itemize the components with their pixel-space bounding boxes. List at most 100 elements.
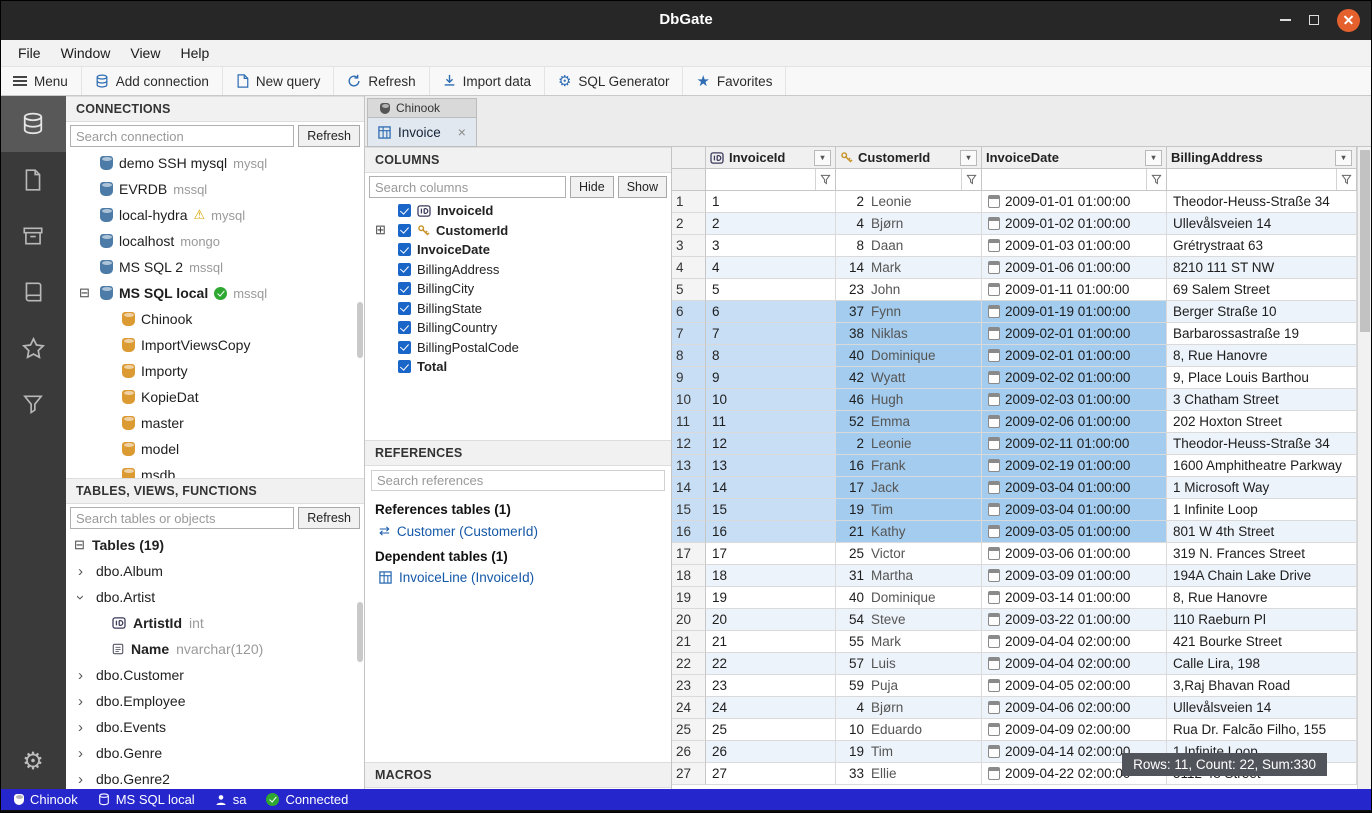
rail-favorites-button[interactable] <box>0 320 66 376</box>
rail-settings-button[interactable]: ⚙ <box>0 733 66 789</box>
column-header-billingaddress[interactable]: BillingAddress▾ <box>1167 147 1357 169</box>
tables-refresh-button[interactable]: Refresh <box>298 507 360 529</box>
database-item[interactable]: Chinook <box>66 306 364 332</box>
row-number-cell[interactable]: 3 <box>672 235 706 257</box>
cell-invoicedate[interactable]: 2009-01-19 01:00:00 <box>982 301 1167 323</box>
row-number-cell[interactable]: 18 <box>672 565 706 587</box>
cell-customerid[interactable]: 8Daan <box>836 235 982 257</box>
filter-input-invoicedate[interactable] <box>982 169 1146 190</box>
menu-file[interactable]: File <box>8 42 51 64</box>
row-number-cell[interactable]: 22 <box>672 653 706 675</box>
connection-search-input[interactable] <box>70 125 294 147</box>
row-number-cell[interactable]: 10 <box>672 389 706 411</box>
cell-invoicedate[interactable]: 2009-03-06 01:00:00 <box>982 543 1167 565</box>
column-header-invoicedate[interactable]: InvoiceDate▾ <box>982 147 1167 169</box>
cell-invoiceid[interactable]: 18 <box>706 565 836 587</box>
filter-funnel-icon[interactable] <box>1146 169 1166 190</box>
connection-item[interactable]: MS SQL 2mssql <box>66 254 364 280</box>
column-dropdown-icon[interactable]: ▾ <box>1335 150 1352 166</box>
cell-billingaddress[interactable]: 421 Bourke Street <box>1167 631 1357 653</box>
cell-customerid[interactable]: 4Bjørn <box>836 697 982 719</box>
column-toggle-row[interactable]: BillingCountry <box>365 318 671 338</box>
chevron-right-icon[interactable]: › <box>78 563 83 580</box>
cell-invoiceid[interactable]: 14 <box>706 477 836 499</box>
filter-input-customerid[interactable] <box>836 169 961 190</box>
cell-invoiceid[interactable]: 20 <box>706 609 836 631</box>
cell-customerid[interactable]: 21Kathy <box>836 521 982 543</box>
cell-invoiceid[interactable]: 12 <box>706 433 836 455</box>
connections-refresh-button[interactable]: Refresh <box>298 125 360 147</box>
cell-invoicedate[interactable]: 2009-04-06 02:00:00 <box>982 697 1167 719</box>
cell-billingaddress[interactable]: 801 W 4th Street <box>1167 521 1357 543</box>
cell-invoiceid[interactable]: 26 <box>706 741 836 763</box>
cell-invoiceid[interactable]: 8 <box>706 345 836 367</box>
row-number-cell[interactable]: 27 <box>672 763 706 785</box>
filter-input-invoiceid[interactable] <box>706 169 815 190</box>
menu-help[interactable]: Help <box>170 42 219 64</box>
cell-billingaddress[interactable]: Theodor-Heuss-Straße 34 <box>1167 433 1357 455</box>
collapse-icon[interactable]: ⊟ <box>79 285 90 301</box>
row-number-cell[interactable]: 2 <box>672 213 706 235</box>
row-number-cell[interactable]: 11 <box>672 411 706 433</box>
connection-item[interactable]: ⊟MS SQL localmssql <box>66 280 364 306</box>
column-item[interactable]: Namenvarchar(120) <box>66 636 364 662</box>
cell-customerid[interactable]: 14Mark <box>836 257 982 279</box>
checkbox-checked[interactable] <box>398 243 411 256</box>
cell-billingaddress[interactable]: 202 Hoxton Street <box>1167 411 1357 433</box>
collapse-icon[interactable]: ⊟ <box>74 537 85 553</box>
cell-invoicedate[interactable]: 2009-03-09 01:00:00 <box>982 565 1167 587</box>
column-toggle-row[interactable]: BillingState <box>365 299 671 319</box>
row-number-cell[interactable]: 23 <box>672 675 706 697</box>
database-item[interactable]: KopieDat <box>66 384 364 410</box>
cell-billingaddress[interactable]: Barbarossastraße 19 <box>1167 323 1357 345</box>
filter-funnel-icon[interactable] <box>815 169 835 190</box>
column-toggle-row[interactable]: BillingPostalCode <box>365 338 671 358</box>
cell-customerid[interactable]: 31Martha <box>836 565 982 587</box>
cell-billingaddress[interactable]: Grétrystraat 63 <box>1167 235 1357 257</box>
tables-search-input[interactable] <box>70 507 294 529</box>
column-toggle-row[interactable]: BillingAddress <box>365 260 671 280</box>
row-number-cell[interactable]: 1 <box>672 191 706 213</box>
cell-invoiceid[interactable]: 5 <box>706 279 836 301</box>
row-number-cell[interactable]: 19 <box>672 587 706 609</box>
grid-scrollbar-thumb[interactable] <box>1360 150 1370 332</box>
grid-vertical-scrollbar[interactable] <box>1357 147 1372 789</box>
cell-invoiceid[interactable]: 6 <box>706 301 836 323</box>
rail-files-button[interactable] <box>0 152 66 208</box>
tab-invoice[interactable]: Invoice × <box>367 117 477 147</box>
cell-invoiceid[interactable]: 11 <box>706 411 836 433</box>
column-header-invoiceid[interactable]: InvoiceId▾ <box>706 147 836 169</box>
cell-customerid[interactable]: 4Bjørn <box>836 213 982 235</box>
column-toggle-row[interactable]: Total <box>365 357 671 377</box>
table-item[interactable]: ›dbo.Album <box>66 558 364 584</box>
cell-customerid[interactable]: 16Frank <box>836 455 982 477</box>
cell-customerid[interactable]: 2Leonie <box>836 433 982 455</box>
checkbox-checked[interactable] <box>398 224 411 237</box>
checkbox-checked[interactable] <box>398 341 411 354</box>
column-dropdown-icon[interactable]: ▾ <box>960 150 977 166</box>
cell-invoicedate[interactable]: 2009-04-04 02:00:00 <box>982 631 1167 653</box>
cell-invoiceid[interactable]: 27 <box>706 763 836 785</box>
cell-invoiceid[interactable]: 22 <box>706 653 836 675</box>
cell-invoicedate[interactable]: 2009-03-04 01:00:00 <box>982 477 1167 499</box>
column-toggle-row[interactable]: ⊞CustomerId <box>365 221 671 241</box>
rail-connections-button[interactable] <box>0 96 66 152</box>
row-number-cell[interactable]: 13 <box>672 455 706 477</box>
toolbar-menu-button[interactable]: Menu <box>0 67 82 95</box>
cell-invoiceid[interactable]: 7 <box>706 323 836 345</box>
cell-billingaddress[interactable]: Rua Dr. Falcão Filho, 155 <box>1167 719 1357 741</box>
cell-customerid[interactable]: 17Jack <box>836 477 982 499</box>
cell-billingaddress[interactable]: Ullevålsveien 14 <box>1167 213 1357 235</box>
toolbar-new-query-button[interactable]: New query <box>223 67 335 95</box>
cell-invoicedate[interactable]: 2009-01-06 01:00:00 <box>982 257 1167 279</box>
rail-history-button[interactable] <box>0 264 66 320</box>
cell-invoicedate[interactable]: 2009-04-09 02:00:00 <box>982 719 1167 741</box>
row-number-cell[interactable]: 14 <box>672 477 706 499</box>
chevron-right-icon[interactable]: › <box>78 771 83 788</box>
row-number-cell[interactable]: 25 <box>672 719 706 741</box>
references-search-input[interactable] <box>371 470 665 491</box>
tab-close-icon[interactable]: × <box>458 124 466 140</box>
cell-billingaddress[interactable]: 3,Raj Bhavan Road <box>1167 675 1357 697</box>
cell-invoicedate[interactable]: 2009-03-05 01:00:00 <box>982 521 1167 543</box>
cell-billingaddress[interactable]: 3 Chatham Street <box>1167 389 1357 411</box>
